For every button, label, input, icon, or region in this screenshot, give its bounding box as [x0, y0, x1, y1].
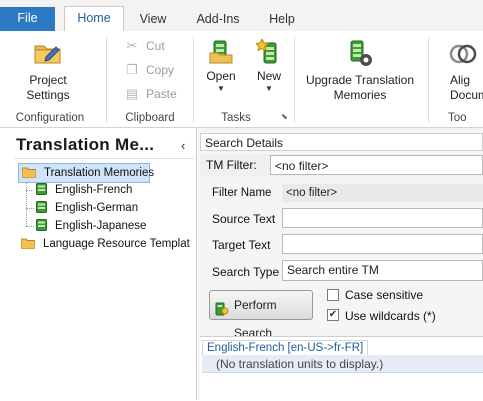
tab-add-ins[interactable]: Add-Ins: [190, 8, 246, 31]
upgrade-translation-memories-button[interactable]: Upgrade Translation Memories: [300, 39, 420, 103]
tree-connector: [26, 180, 27, 226]
translation-memory-icon: [36, 183, 47, 195]
cut-button[interactable]: ✂ Cut: [124, 36, 165, 56]
results-tab[interactable]: English-French [en-US->fr-FR]: [202, 340, 368, 356]
translation-memory-icon: [36, 201, 47, 213]
perform-search-button[interactable]: Perform Search: [209, 290, 313, 340]
filter-name-value: <no filter>: [282, 184, 483, 202]
tab-home[interactable]: Home: [64, 6, 124, 33]
translation-memory-icon: [36, 219, 47, 231]
paste-button[interactable]: ▤ Paste: [124, 84, 177, 104]
cut-label: Cut: [146, 39, 165, 53]
project-settings-button[interactable]: Project Settings: [18, 37, 78, 103]
new-label: New: [256, 69, 281, 83]
group-label-clipboard: Clipboard: [125, 112, 175, 124]
case-sensitive-label: Case sensitive: [345, 288, 424, 302]
dialog-launcher-icon[interactable]: ⬊: [281, 112, 288, 121]
tree-item-english-japanese[interactable]: English-Japanese: [36, 217, 146, 235]
folder-icon: [21, 166, 37, 179]
folder-icon: [20, 237, 36, 250]
tree-connector: [26, 190, 34, 191]
upgrade-translation-memories-label: Upgrade Translation Memories: [305, 73, 415, 102]
search-type-label: Search Type: [212, 265, 280, 279]
search-details-header: Search Details: [200, 133, 483, 151]
case-sensitive-checkbox[interactable]: [327, 289, 339, 301]
new-button[interactable]: New ▼: [251, 37, 287, 94]
ribbon-divider: [106, 37, 107, 123]
ribbon-divider: [428, 37, 429, 123]
target-text-label: Target Text: [212, 238, 271, 252]
tree-item-label: English-French: [55, 184, 133, 196]
tree-item-label: Language Resource Templat: [43, 238, 190, 250]
folder-pencil-icon: [32, 37, 64, 69]
tree-item-label: English-Japanese: [55, 220, 147, 232]
use-wildcards-label: Use wildcards (*): [345, 309, 436, 323]
project-settings-label: Project Settings: [26, 73, 70, 102]
ribbon-divider: [193, 37, 194, 123]
tm-filter-dropdown[interactable]: <no filter>: [270, 155, 483, 175]
search-type-dropdown[interactable]: Search entire TM: [282, 260, 483, 281]
filter-name-label: Filter Name: [212, 187, 272, 199]
copy-button[interactable]: ❐ Copy: [124, 60, 174, 80]
tree-connector: [26, 208, 34, 209]
target-text-input[interactable]: [282, 234, 483, 254]
paste-label: Paste: [146, 87, 177, 101]
source-text-input[interactable]: [282, 208, 483, 228]
tree-item-label: Translation Memories: [44, 167, 155, 179]
tree-item-translation-memories[interactable]: Translation Memories: [18, 163, 154, 183]
group-label-configuration: Configuration: [15, 112, 85, 124]
collapse-pane-icon[interactable]: ‹: [181, 138, 185, 153]
tree-connector: [26, 226, 34, 227]
tab-help[interactable]: Help: [264, 8, 300, 31]
ribbon: Project Settings Configuration ✂ Cut ❐ Cop…: [0, 31, 483, 128]
tab-view[interactable]: View: [138, 8, 168, 31]
tm-new-icon: [254, 37, 282, 65]
perform-search-label: Perform Search: [234, 298, 277, 340]
tab-file[interactable]: File: [0, 7, 55, 31]
tree-item-language-resource-templates[interactable]: Language Resource Templat: [18, 235, 194, 253]
open-button[interactable]: Open ▼: [203, 39, 239, 94]
ribbon-tab-bar: File Home View Add-Ins Help: [0, 0, 483, 33]
source-text-label: Source Text: [212, 212, 276, 226]
tm-upgrade-gear-icon: [345, 39, 375, 69]
search-tm-icon: [215, 298, 229, 316]
copy-label: Copy: [146, 63, 175, 77]
pane-title: Translation Me...: [16, 135, 155, 154]
copy-icon: ❐: [126, 62, 138, 77]
group-label-tools: Too: [448, 112, 467, 124]
tree-item-english-french[interactable]: English-French: [36, 181, 132, 199]
align-documents-label: Alig Docume: [450, 73, 483, 102]
align-rings-icon: [448, 39, 478, 69]
chevron-down-icon: ▼: [217, 84, 225, 93]
results-empty-message: (No translation units to display.): [202, 355, 483, 373]
clipboard-icon: ▤: [125, 86, 139, 101]
tm-filter-label: TM Filter:: [206, 158, 257, 172]
pane-divider: [14, 158, 194, 159]
use-wildcards-checkbox[interactable]: ✔: [327, 309, 339, 321]
scissors-icon: ✂: [126, 38, 138, 53]
tm-open-icon: [208, 39, 234, 65]
tree-item-english-german[interactable]: English-German: [36, 199, 138, 217]
ribbon-divider: [294, 37, 295, 123]
group-label-tasks: Tasks: [221, 112, 251, 124]
tree-item-label: English-German: [55, 202, 139, 214]
open-label: Open: [206, 69, 236, 83]
align-documents-button[interactable]: Alig Docume: [434, 39, 483, 103]
chevron-down-icon: ▼: [265, 84, 273, 93]
